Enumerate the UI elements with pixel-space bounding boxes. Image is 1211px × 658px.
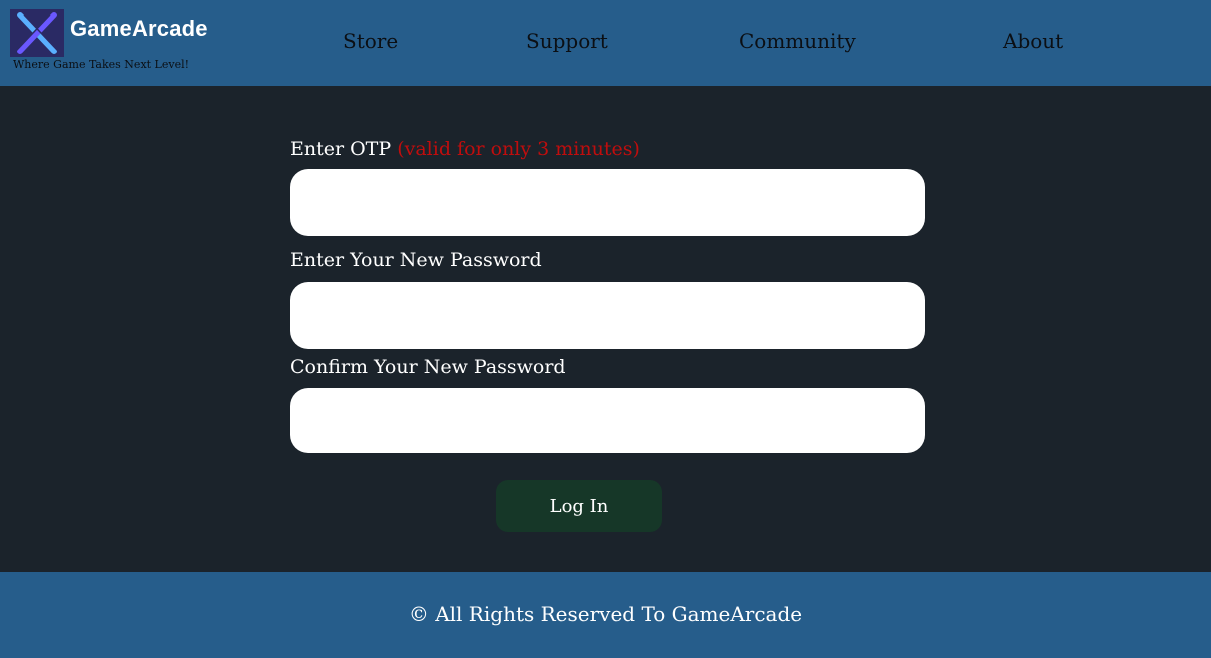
site-footer: © All Rights Reserved To GameArcade — [0, 572, 1211, 658]
otp-label-text: Enter OTP — [290, 138, 392, 160]
new-password-input[interactable] — [290, 282, 925, 349]
confirm-password-input[interactable] — [290, 388, 925, 453]
copyright-text: © All Rights Reserved To GameArcade — [408, 602, 803, 626]
nav-community[interactable]: Community — [739, 29, 856, 53]
brand-name[interactable]: GameArcade — [70, 16, 208, 42]
gamearcade-logo-icon[interactable] — [10, 9, 64, 57]
site-header: GameArcade Where Game Takes Next Level! … — [0, 0, 1211, 86]
confirm-password-label: Confirm Your New Password — [290, 356, 566, 378]
otp-input[interactable] — [290, 169, 925, 236]
nav-support[interactable]: Support — [526, 29, 608, 53]
login-button[interactable]: Log In — [496, 480, 662, 532]
otp-label: Enter OTP (valid for only 3 minutes) — [290, 138, 640, 160]
nav-about[interactable]: About — [1003, 29, 1063, 53]
otp-validity-note: (valid for only 3 minutes) — [397, 138, 640, 160]
brand-tagline: Where Game Takes Next Level! — [13, 58, 190, 71]
new-password-label: Enter Your New Password — [290, 249, 542, 271]
nav-store[interactable]: Store — [343, 29, 398, 53]
